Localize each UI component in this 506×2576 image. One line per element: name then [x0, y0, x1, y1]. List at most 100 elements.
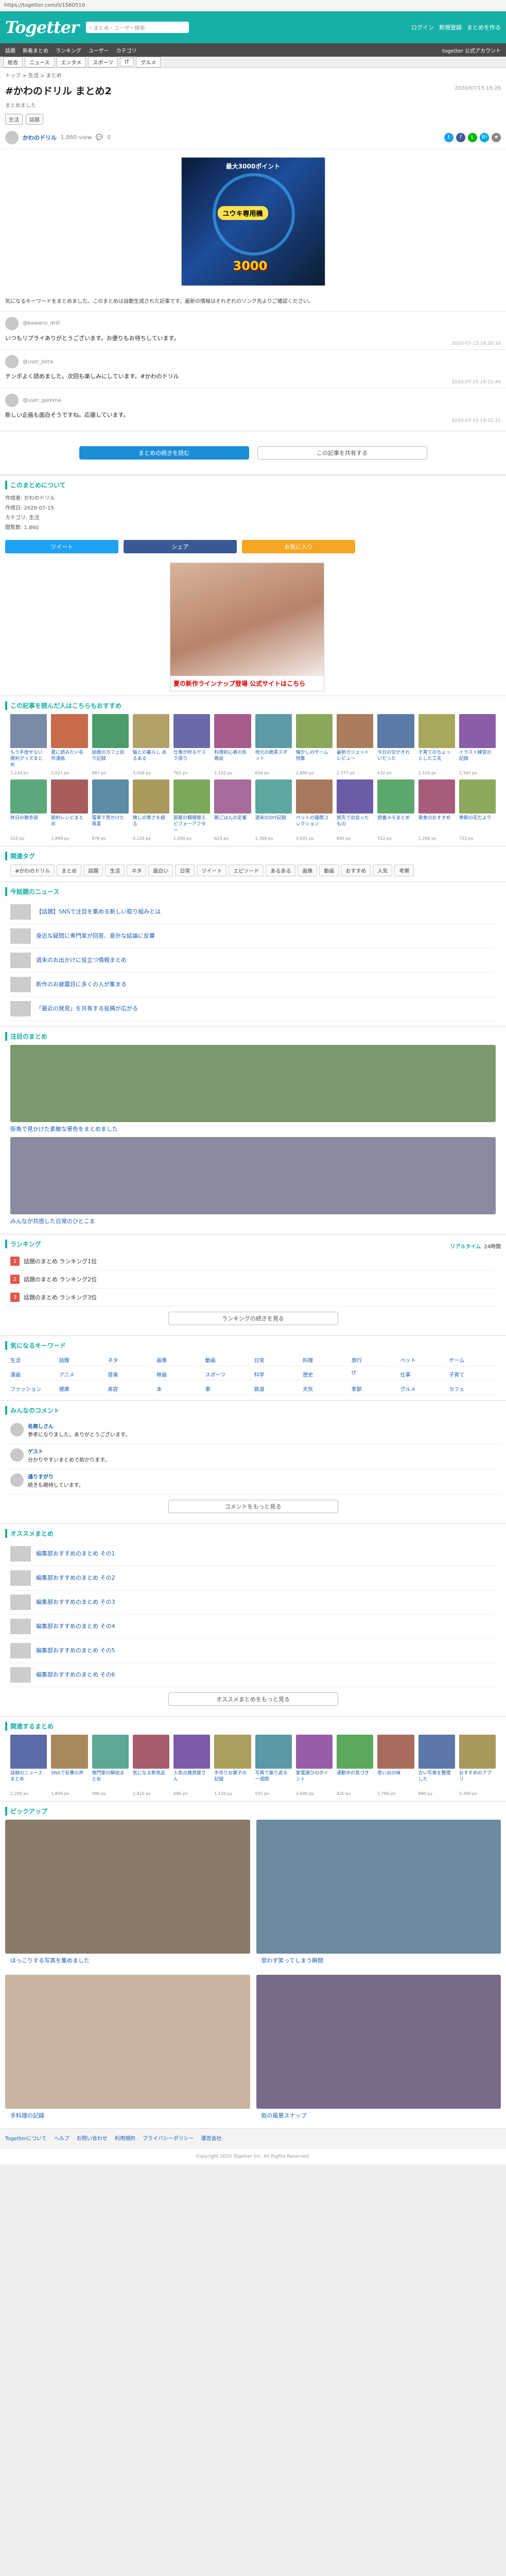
recommend-item[interactable]: 編集部おすすめのまとめ その1	[10, 1542, 496, 1567]
share-button[interactable]: ツイート	[5, 540, 118, 554]
article-card[interactable]: 夜食のおすすめ 1,268 pv	[418, 779, 455, 841]
card-title[interactable]: 仕事が捗るデスク周り	[173, 750, 210, 769]
article-card[interactable]: 思い出の味 1,780 pv	[377, 1735, 414, 1796]
recommend-title[interactable]: 編集部おすすめのまとめ その3	[36, 1598, 115, 1606]
tweet-timestamp[interactable]: 2020-07-15 19:20:10	[451, 341, 501, 346]
card-title[interactable]: イラスト練習の記録	[459, 750, 496, 769]
card-thumbnail[interactable]	[51, 714, 88, 749]
card-title[interactable]: 猫との暮らし あるある	[133, 750, 169, 769]
card-title[interactable]: 朝ごはんの定番	[214, 815, 251, 835]
tag-chip[interactable]: 話題	[83, 865, 103, 877]
card-title[interactable]: 旅先で出会ったもの	[337, 815, 373, 835]
tab-item[interactable]: スポーツ	[88, 57, 118, 67]
card-thumbnail[interactable]	[337, 714, 374, 749]
footer-link[interactable]: Togetterについて	[5, 2134, 47, 2144]
card-title[interactable]: 季節の花だより	[459, 815, 496, 835]
card-thumbnail[interactable]	[377, 1735, 414, 1769]
card-thumbnail[interactable]	[10, 1735, 47, 1769]
tweet-timestamp[interactable]: 2020-07-15 19:21:44	[451, 380, 501, 385]
keyword-link[interactable]: 動画	[205, 1354, 252, 1367]
card-thumbnail[interactable]	[214, 779, 251, 814]
article-card[interactable]: 気になる新商品 1,410 pv	[132, 1735, 169, 1796]
facebook-icon[interactable]: f	[456, 132, 465, 142]
keyword-link[interactable]: 歴史	[303, 1368, 350, 1381]
card-thumbnail[interactable]	[337, 1735, 374, 1769]
tag-chip[interactable]: 考察	[394, 865, 414, 877]
article-card[interactable]: おすすめのアプリ 3,300 pv	[459, 1735, 496, 1796]
nav-login[interactable]: ログイン	[411, 23, 434, 31]
article-card[interactable]: SNSで反響の声 1,850 pv	[51, 1735, 88, 1796]
news-title[interactable]: 週末のお出かけに役立つ情報まとめ	[36, 956, 127, 964]
nav-signup[interactable]: 新規登録	[439, 23, 462, 31]
tab-item[interactable]: ニュース	[25, 57, 55, 67]
card-thumbnail[interactable]	[295, 779, 333, 814]
article-card[interactable]: 人気の雑貨屋さん 680 pv	[173, 1735, 211, 1796]
pickup-card[interactable]: 街の風景スナップ	[256, 1974, 501, 2124]
keyword-link[interactable]: 天気	[303, 1383, 350, 1396]
author-name[interactable]: かわのドリル	[23, 133, 57, 142]
card-thumbnail[interactable]	[51, 1735, 88, 1769]
card-thumbnail[interactable]	[10, 779, 47, 814]
card-title[interactable]: 手作りお菓子の記録	[214, 1770, 251, 1790]
card-thumbnail[interactable]	[132, 1735, 169, 1769]
article-card[interactable]: もう手放せない便利グッズまとめ 1,234 pv	[10, 714, 47, 775]
ranking-tab-24h[interactable]: 24時間	[484, 1242, 501, 1250]
tweet-user[interactable]: @user_beta	[23, 359, 53, 365]
keyword-link[interactable]: 車	[205, 1383, 252, 1396]
card-thumbnail[interactable]	[459, 779, 496, 814]
keyword-link[interactable]: 季節	[351, 1383, 398, 1396]
footer-link[interactable]: プライバシーポリシー	[143, 2134, 194, 2144]
avatar[interactable]	[10, 1473, 24, 1487]
tag-chip[interactable]: 動画	[319, 865, 339, 877]
recommend-title[interactable]: 編集部おすすめのまとめ その4	[36, 1622, 115, 1630]
article-card[interactable]: 節約レシピまとめ 1,999 pv	[51, 779, 88, 841]
keyword-link[interactable]: アニメ	[59, 1368, 106, 1381]
pickup-card[interactable]: 手料理の記録	[5, 1974, 250, 2124]
card-thumbnail[interactable]	[92, 779, 129, 814]
tag-chip[interactable]: 生活	[105, 865, 125, 877]
subnav-new[interactable]: 新着まとめ	[23, 46, 48, 54]
card-title[interactable]: 人気の雑貨屋さん	[173, 1770, 210, 1790]
pickup-image[interactable]	[5, 1820, 250, 1954]
tag-chip[interactable]: エピソード	[229, 865, 264, 877]
news-item[interactable]: 週末のお出かけに役立つ情報まとめ	[10, 948, 496, 973]
tweet-timestamp[interactable]: 2020-07-15 19:22:31	[451, 418, 501, 423]
subnav-trending[interactable]: 話題	[5, 46, 15, 54]
card-title[interactable]: 休日の散歩道	[10, 815, 47, 835]
card-title[interactable]: 子育てのちょっとした工夫	[418, 750, 455, 769]
card-thumbnail[interactable]	[132, 714, 169, 749]
tag-chip[interactable]: おすすめ	[341, 865, 371, 877]
article-card[interactable]: 話題のニュースまとめ 2,200 pv	[10, 1735, 47, 1796]
avatar[interactable]	[5, 130, 19, 144]
card-title[interactable]: 気になる新商品	[133, 1770, 169, 1790]
ranking-row[interactable]: 1 話題のまとめ ランキング1位	[10, 1252, 496, 1271]
article-card[interactable]: 猫との暮らし あるある 3,456 pv	[132, 714, 169, 775]
article-card[interactable]: 料理初心者の失敗談 1,102 pv	[214, 714, 251, 775]
pickup-image[interactable]	[256, 1820, 501, 1954]
keyword-link[interactable]: ファッション	[10, 1383, 57, 1396]
card-title[interactable]: 今日の空がきれいだった	[377, 750, 414, 769]
card-thumbnail[interactable]	[418, 779, 455, 814]
keyword-link[interactable]: IT	[351, 1368, 398, 1381]
card-thumbnail[interactable]	[92, 1735, 129, 1769]
article-card[interactable]: 最新ガジェットレビュー 1,777 pv	[337, 714, 374, 775]
pickup-image[interactable]	[256, 1974, 501, 2109]
news-title[interactable]: 新作のお披露目に多くの人が集まる	[36, 980, 127, 988]
article-card[interactable]: 地元の絶景スポット 654 pv	[255, 714, 292, 775]
article-card[interactable]: 電車で見かけた風景 876 pv	[92, 779, 129, 841]
card-thumbnail[interactable]	[459, 1735, 496, 1769]
recommend-item[interactable]: 編集部おすすめのまとめ その3	[10, 1590, 496, 1615]
card-thumbnail[interactable]	[214, 1735, 251, 1769]
keyword-link[interactable]: 料理	[303, 1354, 350, 1367]
comment-author[interactable]: 通りすがり	[28, 1473, 84, 1482]
article-card[interactable]: 仕事が捗るデスク周り 765 pv	[173, 714, 211, 775]
recommend-item[interactable]: 編集部おすすめのまとめ その6	[10, 1663, 496, 1688]
keyword-link[interactable]: スポーツ	[205, 1368, 252, 1381]
recommend-title[interactable]: 編集部おすすめのまとめ その5	[36, 1647, 115, 1654]
news-title[interactable]: 【話題】SNSで注目を集める新しい取り組みとは	[36, 908, 161, 916]
chip-life[interactable]: 生活	[5, 113, 23, 125]
tweet-user[interactable]: @kawano_drill	[23, 320, 60, 326]
keyword-link[interactable]: 美容	[108, 1383, 155, 1396]
news-item[interactable]: 「最近の発見」を共有する投稿が広がる	[10, 997, 496, 1022]
news-item[interactable]: 身近な疑問に専門家が回答、意外な結論に反響	[10, 924, 496, 949]
